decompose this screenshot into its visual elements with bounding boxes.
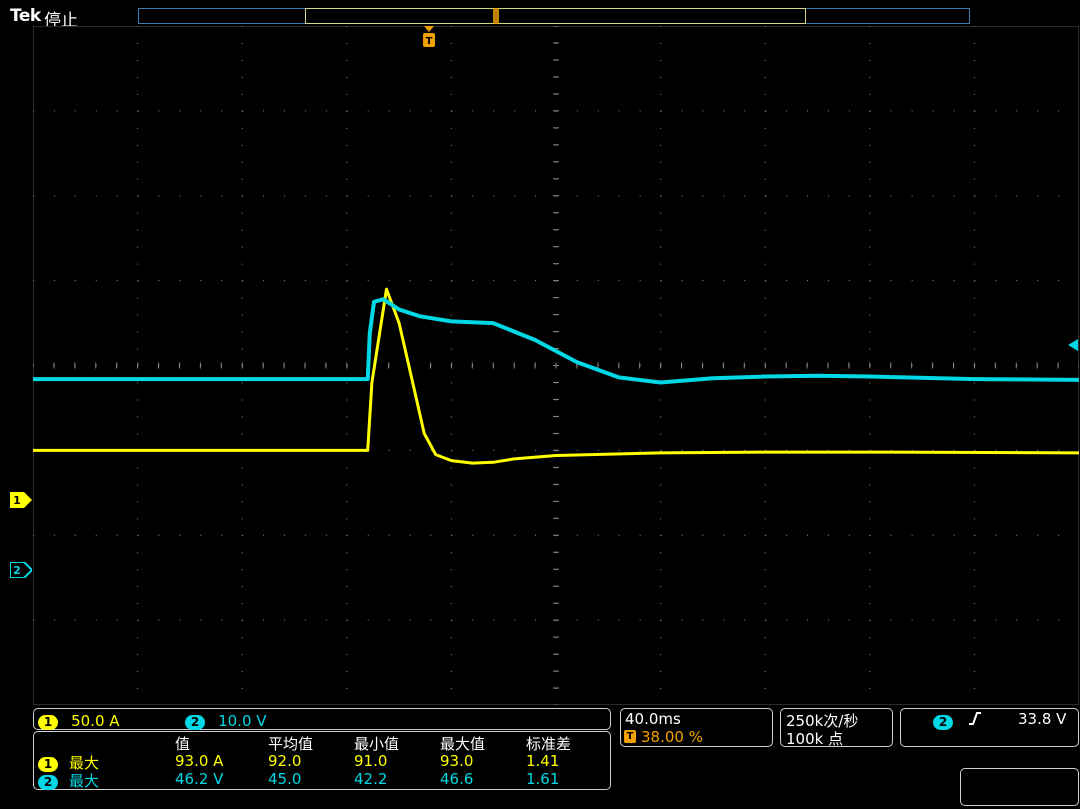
- col-header-value: 值: [175, 735, 191, 753]
- trigger-position-icon[interactable]: T: [422, 26, 436, 48]
- row-ch1-mean: 92.0: [268, 752, 302, 770]
- ch1-scale[interactable]: 1 50.0 A: [38, 711, 120, 730]
- row-ch2-badge: 2: [38, 775, 58, 790]
- record-points: 100k 点: [786, 730, 844, 748]
- col-header-mean: 平均值: [268, 735, 314, 753]
- trigger-position-badge: T: [624, 730, 636, 743]
- row-ch1-badge: 1: [38, 757, 58, 772]
- ch2-scale[interactable]: 2 10.0 V: [185, 711, 267, 730]
- svg-text:T: T: [426, 36, 433, 47]
- measurement-table[interactable]: [33, 731, 611, 790]
- ch1-ground-marker[interactable]: 1: [10, 492, 32, 508]
- trigger-level-value: 33.8 V: [1018, 710, 1067, 728]
- ch1-badge: 1: [38, 715, 58, 730]
- rising-edge-icon: [968, 711, 982, 726]
- row-ch1-min: 91.0: [354, 752, 388, 770]
- row-ch2-mean: 45.0: [268, 770, 302, 788]
- col-header-max: 最大值: [440, 735, 486, 753]
- row-ch2-label: 最大: [69, 772, 100, 790]
- record-view-marker: [493, 8, 499, 24]
- col-header-stddev: 标准差: [526, 735, 572, 753]
- trigger-source: 2: [933, 711, 953, 730]
- row-ch1-value: 93.0 A: [175, 752, 224, 770]
- oscilloscope-graticule[interactable]: [33, 26, 1079, 705]
- row-ch2-stddev: 1.61: [526, 770, 560, 788]
- row-ch2-min: 42.2: [354, 770, 388, 788]
- row-ch2-value: 46.2 V: [175, 770, 224, 788]
- trigger-level-marker[interactable]: [1068, 336, 1078, 351]
- ch2-scale-value: 10.0 V: [218, 712, 267, 730]
- measurement-row-ch2[interactable]: 2: [38, 771, 58, 790]
- brand-logo: Tek: [10, 6, 41, 26]
- softkey-panel[interactable]: [960, 768, 1079, 806]
- ch2-ground-marker[interactable]: 2: [9, 561, 34, 579]
- svg-text:2: 2: [13, 564, 21, 577]
- trigger-source-badge: 2: [933, 715, 953, 730]
- measurement-row-ch1[interactable]: 1: [38, 753, 58, 772]
- row-ch1-stddev: 1.41: [526, 752, 560, 770]
- record-view-window[interactable]: [305, 8, 806, 24]
- col-header-min: 最小值: [354, 735, 400, 753]
- row-ch1-max: 93.0: [440, 752, 474, 770]
- row-ch2-max: 46.6: [440, 770, 474, 788]
- timebase-scale: 40.0ms: [625, 710, 681, 728]
- svg-text:1: 1: [13, 494, 21, 507]
- ch2-badge: 2: [185, 715, 205, 730]
- ch1-scale-value: 50.0 A: [71, 712, 120, 730]
- trigger-position-value: 38.00 %: [641, 728, 703, 746]
